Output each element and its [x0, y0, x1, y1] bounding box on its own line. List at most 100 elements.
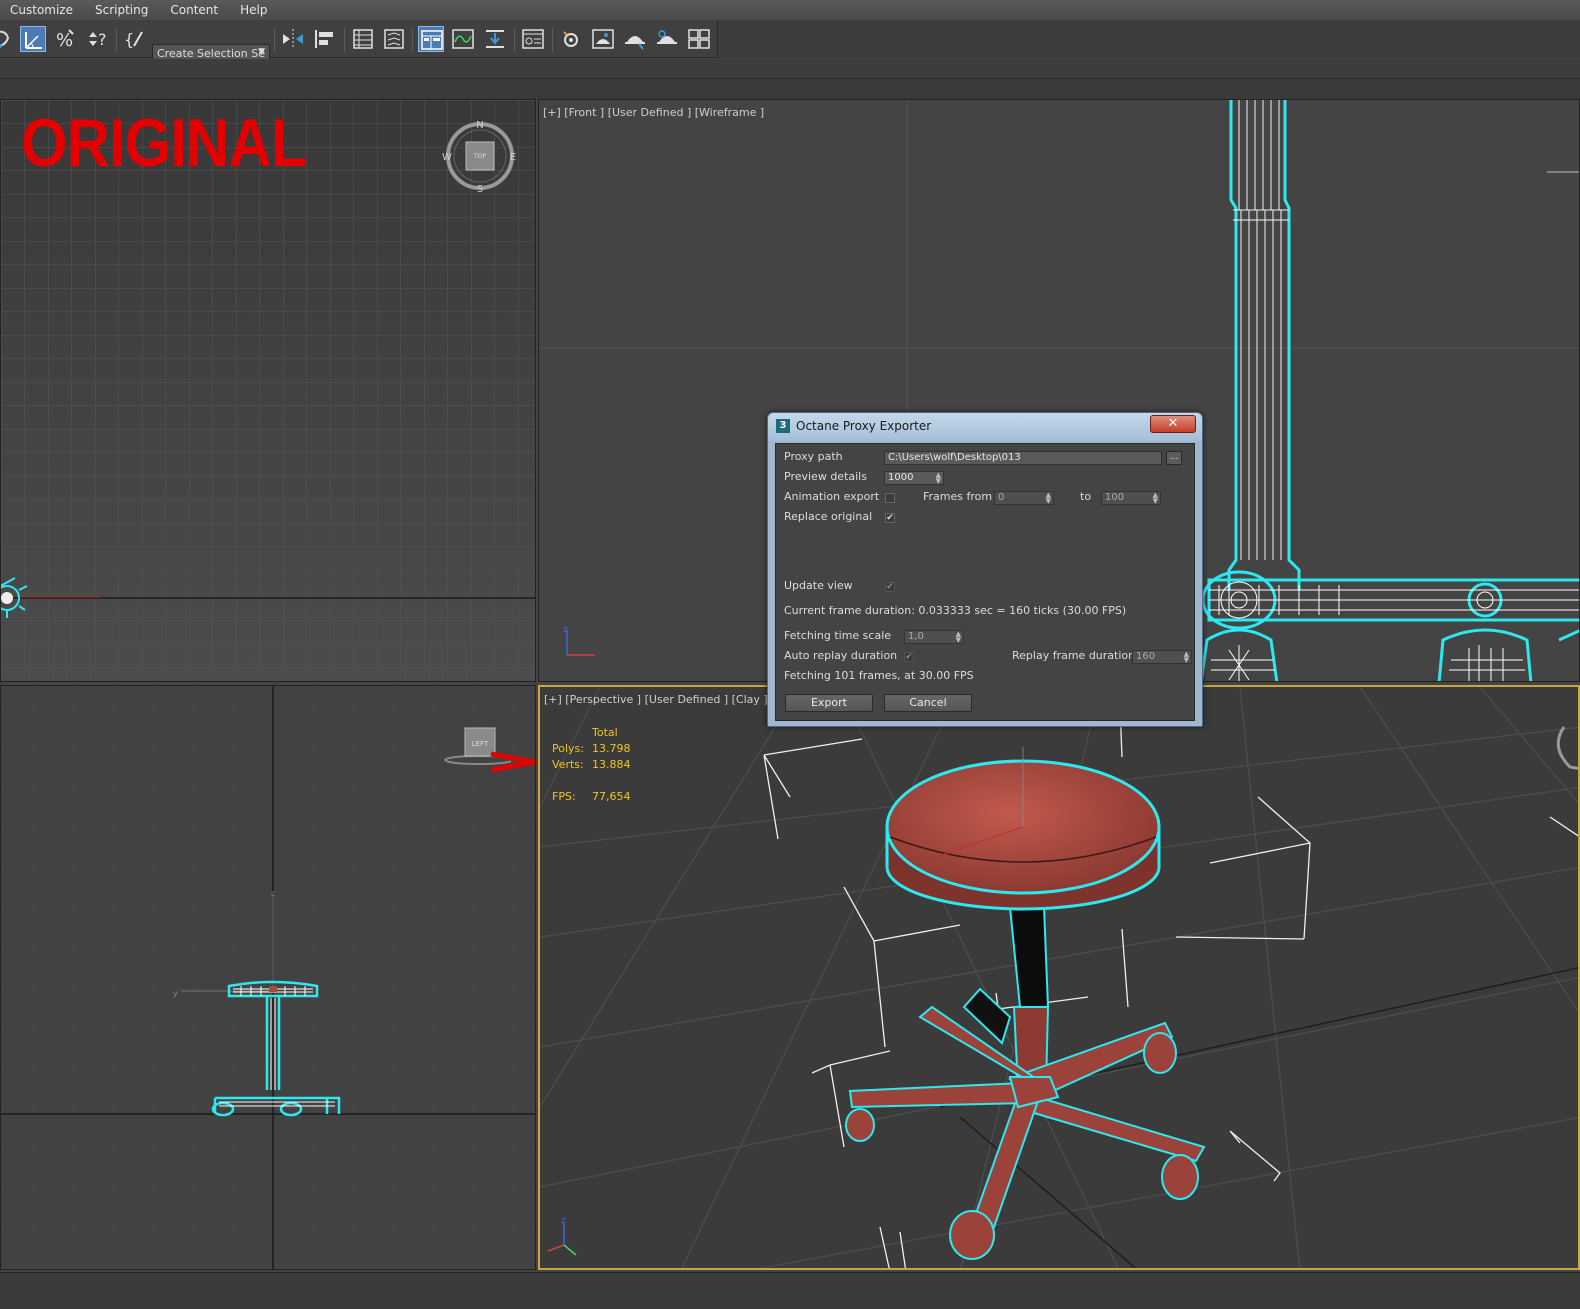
- chevron-down-icon: ▼: [258, 47, 265, 57]
- secondary-toolbar: [0, 59, 1580, 79]
- replace-original-checkbox[interactable]: ✔: [885, 513, 895, 523]
- fetching-time-scale-label: Fetching time scale: [784, 629, 892, 642]
- frames-to-value: 100: [1105, 492, 1125, 503]
- edit-named-selection-icon[interactable]: {: [122, 26, 148, 52]
- fps-label: FPS:: [552, 790, 576, 803]
- ribbon-icon[interactable]: [381, 26, 407, 52]
- spinner-arrows-icon[interactable]: ▲ ▼: [956, 631, 961, 643]
- frames-to-spinner[interactable]: 100 ▲ ▼: [1101, 491, 1161, 505]
- frames-from-value: 0: [998, 492, 1005, 503]
- current-frame-duration-text: Current frame duration: 0.033333 sec = 1…: [784, 604, 1127, 617]
- svg-text:z: z: [561, 1216, 566, 1226]
- update-view-label: Update view: [784, 579, 853, 592]
- dialog-title: Octane Proxy Exporter: [796, 419, 932, 433]
- material-editor-icon[interactable]: [520, 26, 546, 52]
- preview-details-label: Preview details: [784, 470, 867, 483]
- 3dsmax-window: Customize Scripting Content Help % ? { C…: [0, 0, 1580, 1309]
- dialog-titlebar[interactable]: 3 Octane Proxy Exporter ✕: [768, 413, 1202, 441]
- compass-n: N: [476, 120, 483, 131]
- proxy-path-label: Proxy path: [784, 450, 843, 463]
- replace-original-label: Replace original: [784, 510, 873, 523]
- front-axis-gizmo: z: [563, 625, 595, 656]
- mirror-icon[interactable]: [280, 26, 306, 52]
- viewcube-face-top: TOP: [473, 153, 486, 160]
- animation-export-checkbox[interactable]: [885, 493, 895, 503]
- verts-label: Verts:: [552, 758, 584, 771]
- stats-header: Total: [592, 726, 618, 739]
- render-production-icon[interactable]: [622, 26, 648, 52]
- spinner-arrows-icon[interactable]: ▲ ▼: [1046, 492, 1051, 504]
- viewport-top[interactable]: ORIGINAL N S E W TOP: [0, 99, 536, 682]
- spinner-arrows-icon[interactable]: ▲ ▼: [1184, 651, 1189, 663]
- viewport-perspective[interactable]: z [+] [Perspective ] [User Defined ] [Cl…: [538, 685, 1580, 1270]
- svg-text:?: ?: [98, 30, 107, 49]
- fetching-time-scale-value: 1,0: [908, 631, 924, 642]
- render-iterative-icon[interactable]: [654, 26, 680, 52]
- curve-editor-icon[interactable]: [450, 26, 476, 52]
- snap-toggle-icon[interactable]: [0, 26, 16, 52]
- perspective-viewport-label[interactable]: [+] [Perspective ] [User Defined ] [Clay…: [544, 693, 768, 706]
- spinner-arrows-icon[interactable]: ▲ ▼: [1153, 492, 1158, 504]
- viewcube-compass-icon[interactable]: N S E W TOP: [437, 118, 523, 204]
- proxy-path-field[interactable]: C:\Users\wolf\Desktop\013: [884, 451, 1162, 465]
- toolbar-empty-area: [718, 20, 1580, 58]
- polys-value: 13.798: [592, 742, 631, 755]
- align-icon[interactable]: [312, 26, 338, 52]
- percent-snap-icon[interactable]: %: [53, 26, 79, 52]
- cancel-button[interactable]: Cancel: [884, 694, 972, 712]
- compass-w: W: [442, 152, 452, 163]
- viewport-layout-icon[interactable]: [686, 26, 712, 52]
- menu-content[interactable]: Content: [160, 3, 230, 17]
- viewport-left[interactable]: z y LEFT: [0, 685, 536, 1270]
- browse-button[interactable]: ...: [1166, 451, 1182, 465]
- original-overlay-text: ORIGINAL: [21, 105, 307, 181]
- fetching-time-scale-spinner[interactable]: 1,0 ▲ ▼: [904, 630, 964, 644]
- polys-label: Polys:: [552, 742, 584, 755]
- viewcube-face-left: LEFT: [472, 740, 489, 748]
- replay-frame-duration-spinner[interactable]: 160 ▲ ▼: [1132, 650, 1192, 664]
- viewport-header-strip: [0, 79, 1580, 99]
- preview-details-spinner[interactable]: 1000 ▲ ▼: [884, 471, 944, 485]
- svg-text:{: {: [124, 30, 134, 49]
- replay-frame-duration-label: Replay frame duration: [1012, 649, 1136, 662]
- main-toolbar: % ? { Create Selection Se ▼: [0, 20, 718, 64]
- export-button[interactable]: Export: [785, 694, 873, 712]
- spinner-snap-icon[interactable]: ?: [85, 26, 111, 52]
- auto-replay-label: Auto replay duration: [784, 649, 898, 662]
- menu-customize[interactable]: Customize: [0, 3, 85, 17]
- compass-e: E: [510, 152, 516, 163]
- octane-proxy-exporter-dialog: 3 Octane Proxy Exporter ✕ Proxy path C:\…: [767, 412, 1203, 727]
- verts-value: 13.884: [592, 758, 631, 771]
- menu-scripting[interactable]: Scripting: [85, 3, 160, 17]
- svg-text:z: z: [563, 625, 568, 635]
- animation-export-label: Animation export: [784, 490, 880, 503]
- render-setup-icon[interactable]: [558, 26, 584, 52]
- red-arrow-annotation: [490, 751, 535, 773]
- menu-help[interactable]: Help: [230, 3, 279, 17]
- close-button[interactable]: ✕: [1150, 415, 1196, 433]
- dialog-body: Proxy path C:\Users\wolf\Desktop\013 ...…: [775, 443, 1195, 721]
- statistics-overlay: Total Polys: 13.798 Verts: 13.884 FPS: 77,6…: [552, 725, 631, 805]
- timeline-bar[interactable]: [0, 1272, 1580, 1309]
- perspective-axis-gizmo: z: [547, 1216, 577, 1256]
- rendered-frame-window-icon[interactable]: [590, 26, 616, 52]
- scene-explorer-icon[interactable]: [418, 26, 444, 52]
- app-3dsmax-icon: 3: [776, 419, 790, 433]
- replay-frame-duration-value: 160: [1136, 651, 1156, 662]
- front-viewport-label[interactable]: [+] [Front ] [User Defined ] [Wireframe …: [543, 106, 764, 119]
- spinner-arrows-icon[interactable]: ▲ ▼: [936, 472, 941, 484]
- frames-from-spinner[interactable]: 0 ▲ ▼: [994, 491, 1054, 505]
- to-label: to: [1080, 490, 1092, 503]
- perspective-scene: z: [540, 687, 1578, 1268]
- fps-value: 77,654: [592, 790, 631, 803]
- preview-details-value: 1000: [888, 472, 914, 483]
- schematic-view-icon[interactable]: [482, 26, 508, 52]
- layer-manager-icon[interactable]: [350, 26, 376, 52]
- menu-bar: Customize Scripting Content Help: [0, 0, 1580, 20]
- update-view-checkbox[interactable]: ✔: [885, 582, 895, 592]
- left-grid: z y: [1, 686, 535, 1269]
- angle-snap-icon[interactable]: [20, 26, 46, 52]
- auto-replay-checkbox[interactable]: ✔: [904, 652, 914, 662]
- svg-text:z: z: [271, 889, 275, 898]
- fetching-info-text: Fetching 101 frames, at 30.00 FPS: [784, 669, 974, 682]
